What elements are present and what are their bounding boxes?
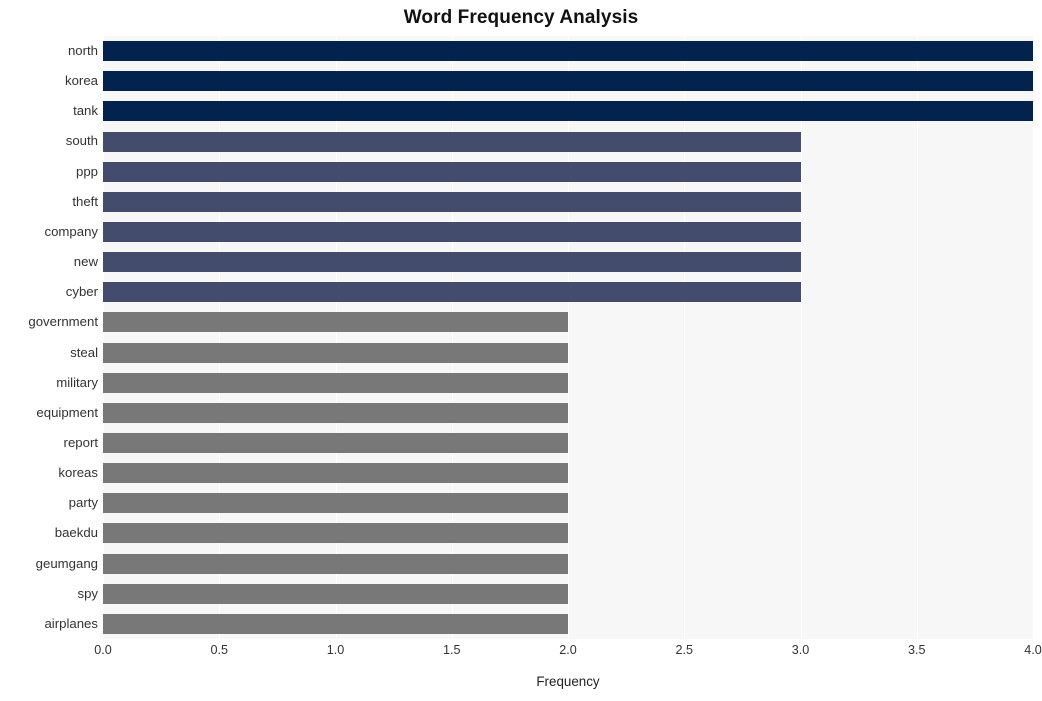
bar-steal[interactable]	[103, 342, 568, 363]
bar-row	[103, 157, 1033, 187]
page-title: Word Frequency Analysis	[403, 7, 639, 28]
bar-row	[103, 277, 1033, 307]
bar-new[interactable]	[103, 252, 801, 273]
y-tick-label-korea: korea	[65, 73, 98, 89]
y-tick-label-theft: theft	[72, 193, 98, 209]
bar-row	[103, 96, 1033, 126]
bar-korea[interactable]	[103, 71, 1033, 92]
y-tick-label-military: military	[56, 374, 98, 390]
bar-airplanes[interactable]	[103, 613, 568, 634]
bar-koreas[interactable]	[103, 463, 568, 484]
bar-row	[103, 518, 1033, 548]
y-tick-label-new: new	[73, 254, 98, 270]
bar-row	[103, 36, 1033, 66]
y-tick-label-north: north	[67, 43, 98, 58]
bar-row	[103, 428, 1033, 458]
bar-row	[103, 368, 1033, 398]
bar-row	[103, 307, 1033, 337]
word-frequency-chart: Word Frequency Analysis north korea tank so…	[0, 0, 1042, 701]
x-tick-label-2.0: 2.0	[559, 643, 577, 657]
y-tick-label-equipment: equipment	[36, 404, 98, 420]
y-axis-tick-labels: north korea tank south ppp theft company new cyb…	[0, 36, 98, 639]
x-tick-label-3.0: 3.0	[791, 643, 810, 657]
y-tick-label-government: government	[28, 314, 98, 330]
bar-spy[interactable]	[103, 583, 568, 604]
bar-row	[103, 549, 1033, 579]
bar-military[interactable]	[103, 372, 568, 393]
bar-row	[103, 66, 1033, 96]
x-tick-label-1.5: 1.5	[442, 643, 461, 657]
bar-row	[103, 247, 1033, 277]
bar-row	[103, 217, 1033, 247]
bar-report[interactable]	[103, 433, 568, 453]
y-tick-label-tank: tank	[73, 103, 98, 119]
y-tick-label-airplanes: airplanes	[44, 615, 98, 631]
x-tick-label-0.0: 0.0	[94, 643, 112, 657]
bar-row	[103, 458, 1033, 488]
bar-row	[103, 488, 1033, 518]
bar-row	[103, 579, 1033, 609]
bar-south[interactable]	[103, 131, 801, 152]
x-tick-label-3.5: 3.5	[907, 643, 926, 657]
y-tick-label-report: report	[63, 434, 98, 450]
bar-equipment[interactable]	[103, 402, 568, 423]
bar-ppp[interactable]	[103, 161, 801, 182]
bar-company[interactable]	[103, 221, 801, 242]
bar-row	[103, 187, 1033, 217]
y-tick-label-south: south	[65, 133, 98, 149]
bar-row	[103, 126, 1033, 156]
bar-tank[interactable]	[103, 101, 1033, 122]
bar-row	[103, 398, 1033, 428]
bar-baekdu[interactable]	[103, 523, 568, 544]
y-tick-label-koreas: koreas	[58, 465, 98, 481]
bar-cyber[interactable]	[103, 282, 801, 303]
x-tick-label-2.5: 2.5	[675, 643, 694, 657]
bar-party[interactable]	[103, 493, 568, 514]
y-tick-label-cyber: cyber	[65, 284, 98, 300]
x-axis-tick-labels: 0.0 0.5 1.0 1.5 2.0 2.5 3.0 3.5 4.0	[94, 643, 1042, 665]
y-tick-label-ppp: ppp	[75, 163, 98, 179]
y-tick-label-geumgang: geumgang	[35, 555, 98, 571]
x-tick-label-4.0: 4.0	[1024, 643, 1042, 657]
bar-geumgang[interactable]	[103, 553, 568, 574]
x-axis-label: Frequency	[536, 674, 600, 689]
bar-theft[interactable]	[103, 191, 801, 212]
y-tick-label-steal: steal	[70, 344, 98, 360]
x-tick-label-1.0: 1.0	[326, 643, 345, 657]
x-tick-label-0.5: 0.5	[210, 643, 229, 657]
bar-row	[103, 609, 1033, 639]
bar-row	[103, 338, 1033, 368]
bar-north[interactable]	[103, 41, 1033, 62]
bar-government[interactable]	[103, 312, 568, 333]
y-tick-label-company: company	[44, 223, 98, 239]
plot-area	[103, 36, 1033, 639]
y-tick-label-spy: spy	[77, 585, 98, 601]
y-tick-label-party: party	[68, 495, 98, 511]
y-tick-label-baekdu: baekdu	[54, 525, 98, 541]
